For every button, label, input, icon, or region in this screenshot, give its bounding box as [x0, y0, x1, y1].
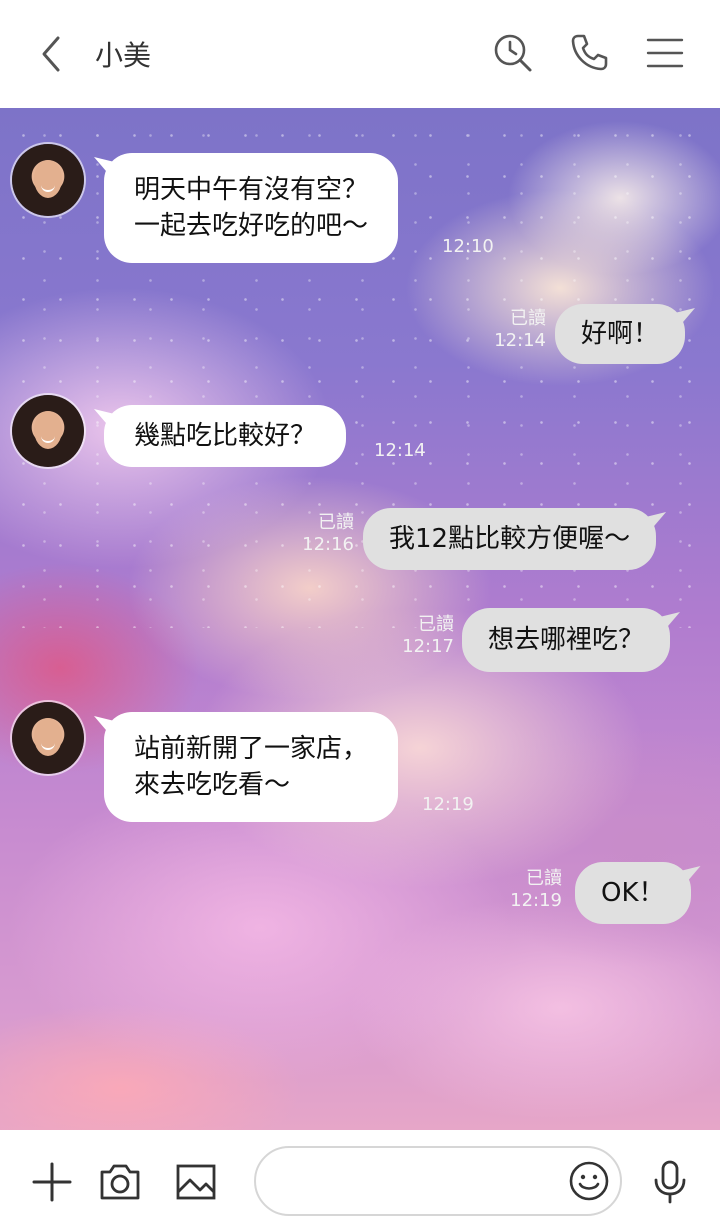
contact-avatar[interactable] — [12, 395, 84, 467]
message-bubble-outgoing[interactable]: 我12點比較方便喔～ — [363, 508, 657, 570]
message-list[interactable]: 明天中午有沒有空？ 一起去吃好吃的吧～ 12:10 已讀 12:14 好啊！ 幾… — [0, 108, 720, 1130]
message-text: 明天中午有沒有空？ — [134, 175, 369, 205]
message-input[interactable] — [278, 1162, 552, 1202]
search-button[interactable] — [490, 30, 536, 76]
message-field[interactable] — [254, 1146, 622, 1216]
hamburger-menu-icon — [646, 38, 684, 68]
avatar-face — [34, 718, 62, 756]
message-bubble-outgoing[interactable]: OK！ — [575, 862, 691, 924]
message-time: 12:14 — [374, 440, 426, 461]
chevron-left-icon — [42, 36, 60, 72]
image-button[interactable] — [172, 1158, 220, 1206]
emoji-button[interactable] — [566, 1158, 612, 1204]
message-bubble-outgoing[interactable]: 好啊！ — [555, 304, 686, 364]
message-time: 12:17 — [402, 636, 454, 657]
contact-avatar[interactable] — [12, 144, 84, 216]
message-text: 幾點吃比較好？ — [134, 421, 317, 451]
read-receipt: 已讀 12:14 — [490, 308, 546, 352]
avatar-face — [34, 160, 62, 198]
message-text: OK！ — [601, 878, 665, 908]
plus-icon — [32, 1162, 72, 1202]
message-time: 12:19 — [510, 890, 562, 911]
message-bubble-outgoing[interactable]: 想去哪裡吃？ — [462, 608, 671, 672]
read-label: 已讀 — [510, 308, 546, 329]
message-text: 一起去吃好吃的吧～ — [134, 211, 369, 241]
read-label: 已讀 — [526, 868, 562, 889]
back-button[interactable] — [32, 34, 72, 74]
image-icon — [176, 1164, 216, 1200]
read-label: 已讀 — [418, 614, 454, 635]
add-button[interactable] — [28, 1158, 76, 1206]
message-input-bar — [0, 1130, 720, 1232]
read-receipt: 已讀 12:16 — [298, 512, 354, 556]
call-button[interactable] — [566, 30, 612, 76]
chat-screen: 小美 明天中午有沒有空？ 一起去吃好吃的吧～ 12:10 已讀 12:14 好啊… — [0, 0, 720, 1232]
message-text: 好啊！ — [581, 319, 660, 349]
chat-title: 小美 — [95, 39, 152, 72]
message-bubble-incoming[interactable]: 明天中午有沒有空？ 一起去吃好吃的吧～ — [104, 153, 399, 263]
clock-search-icon — [494, 34, 532, 72]
message-bubble-incoming[interactable]: 幾點吃比較好？ — [104, 405, 347, 467]
camera-icon — [100, 1164, 140, 1200]
phone-icon — [571, 34, 608, 71]
message-text: 我12點比較方便喔～ — [389, 524, 631, 554]
voice-button[interactable] — [646, 1158, 694, 1206]
message-time: 12:14 — [494, 330, 546, 351]
emoji-icon — [569, 1161, 609, 1201]
contact-avatar[interactable] — [12, 702, 84, 774]
message-bubble-incoming[interactable]: 站前新開了一家店， 來去吃吃看～ — [104, 712, 399, 822]
avatar-face — [34, 411, 62, 449]
camera-button[interactable] — [96, 1158, 144, 1206]
message-text: 站前新開了一家店， — [134, 734, 369, 764]
menu-button[interactable] — [642, 30, 688, 76]
read-receipt: 已讀 12:19 — [506, 868, 562, 912]
message-time: 12:10 — [442, 236, 494, 257]
message-text: 來去吃吃看～ — [134, 770, 291, 800]
message-text: 想去哪裡吃？ — [488, 625, 645, 655]
chat-header: 小美 — [0, 0, 720, 108]
microphone-icon — [654, 1160, 686, 1204]
message-time: 12:19 — [422, 794, 474, 815]
read-receipt: 已讀 12:17 — [398, 614, 454, 658]
read-label: 已讀 — [318, 512, 354, 533]
message-time: 12:16 — [302, 534, 354, 555]
